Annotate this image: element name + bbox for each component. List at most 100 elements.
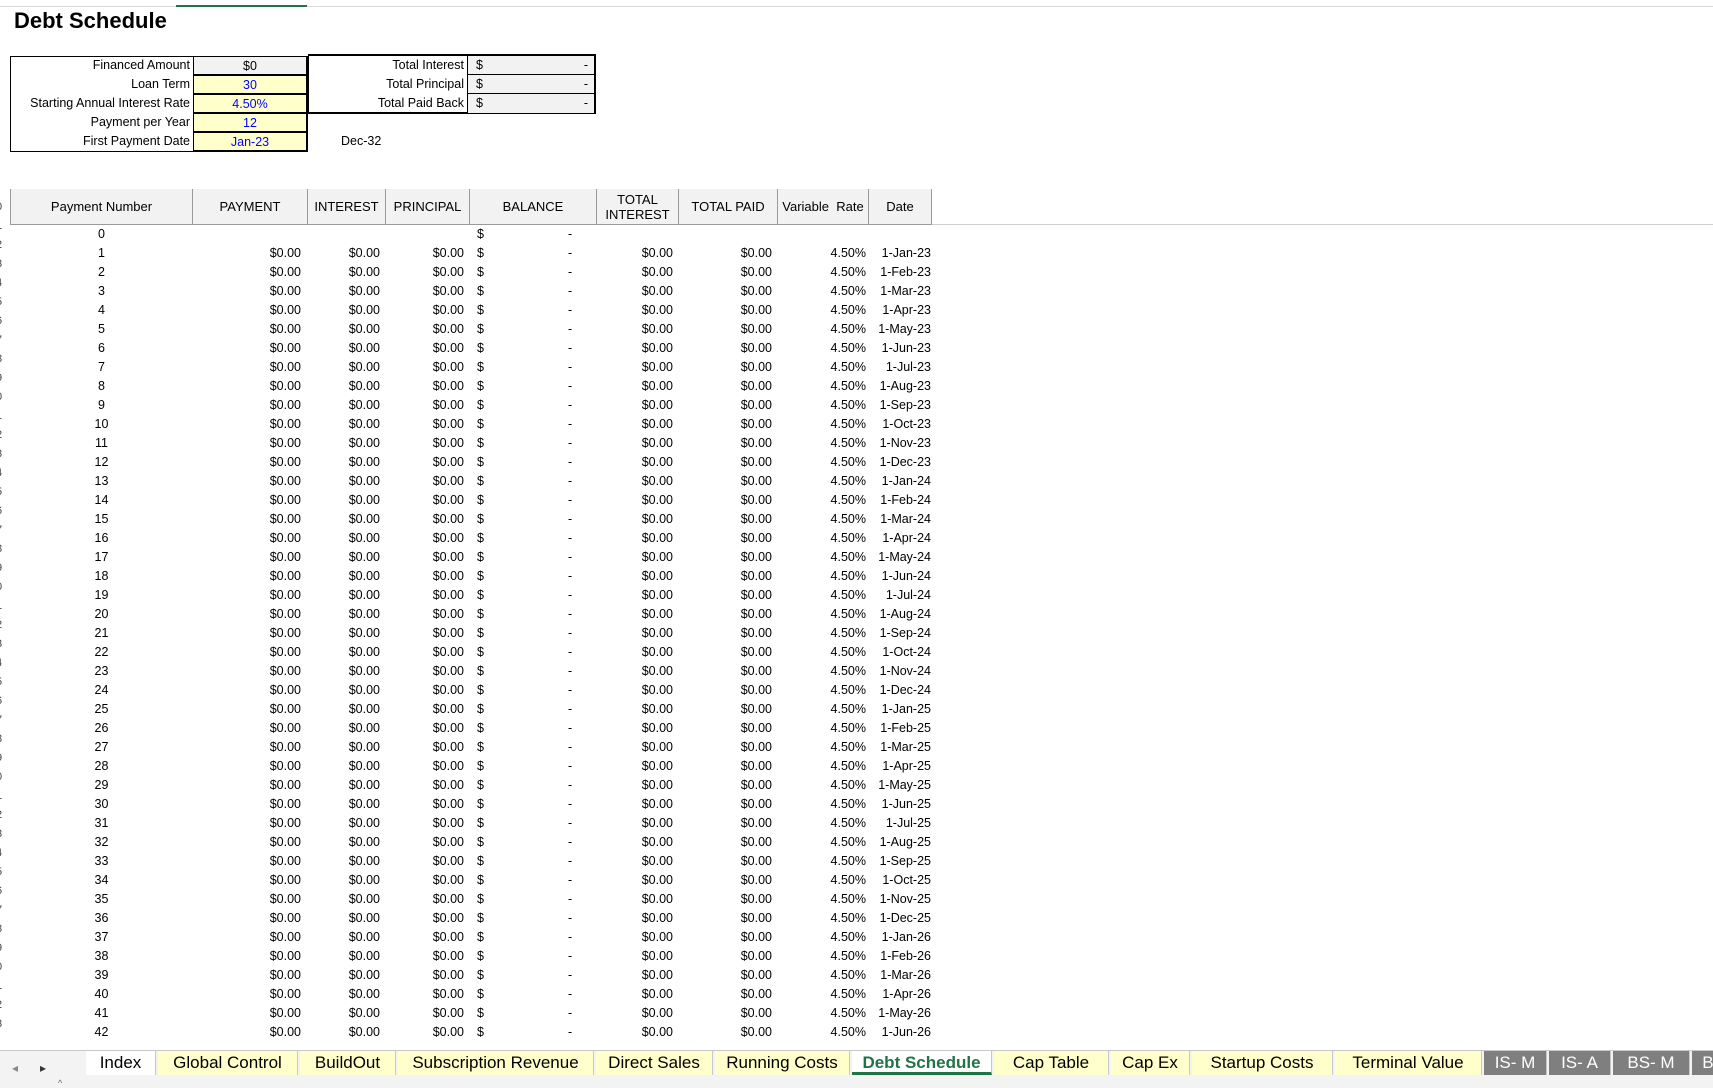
table-row[interactable]: 42 $ - $0.00 $0.00 $0.00 $0.00 $0.00 4.50% 1-Jun-…	[0, 1023, 940, 1042]
table-row[interactable]: 35 $ - $0.00 $0.00 $0.00 $0.00 $0.00 4.50% 1-Nov-…	[0, 890, 940, 909]
col-header-total-paid[interactable]: TOTAL PAID	[679, 189, 778, 224]
table-row[interactable]: 11 $ - $0.00 $0.00 $0.00 $0.00 $0.00 4.50% 1-Nov-…	[0, 434, 940, 453]
table-row[interactable]: 36 $ - $0.00 $0.00 $0.00 $0.00 $0.00 4.50% 1-Dec-…	[0, 909, 940, 928]
payment-cell: $0.00	[269, 341, 301, 355]
next-sheet-icon[interactable]: ▸	[40, 1061, 46, 1075]
table-row[interactable]: 39 $ - $0.00 $0.00 $0.00 $0.00 $0.00 4.50% 1-Mar-…	[0, 966, 940, 985]
tab-cap-ex[interactable]: Cap Ex	[1111, 1051, 1190, 1075]
payment-cell: $0.00	[269, 436, 301, 450]
interest-cell: $0.00	[348, 284, 380, 298]
date-cell: 1-Mar-26	[880, 968, 931, 982]
table-row[interactable]: 26 $ - $0.00 $0.00 $0.00 $0.00 $0.00 4.50% 1-Feb-…	[0, 719, 940, 738]
interest-cell: $0.00	[348, 360, 380, 374]
date-cell: 1-Jul-24	[885, 588, 931, 602]
payment-number-cell: 38	[94, 949, 109, 963]
tab-terminal-value[interactable]: Terminal Value	[1335, 1051, 1482, 1075]
table-row[interactable]: 27 $ - $0.00 $0.00 $0.00 $0.00 $0.00 4.50% 1-Mar-…	[0, 738, 940, 757]
interest-cell: $0.00	[348, 417, 380, 431]
total-paid-back-label: Total Paid Back	[310, 94, 468, 113]
table-row[interactable]: 14 $ - $0.00 $0.00 $0.00 $0.00 $0.00 4.50% 1-Feb-…	[0, 491, 940, 510]
table-row[interactable]: 22 $ - $0.00 $0.00 $0.00 $0.00 $0.00 4.50% 1-Oct-…	[0, 643, 940, 662]
table-row[interactable]: 6 $ - $0.00 $0.00 $0.00 $0.00 $0.00 4.50% 1-Jun-2…	[0, 339, 940, 358]
table-row[interactable]: 33 $ - $0.00 $0.00 $0.00 $0.00 $0.00 4.50% 1-Sep-…	[0, 852, 940, 871]
first-payment-date-input[interactable]: Jan-23	[193, 132, 307, 151]
table-row[interactable]: 9 $ - $0.00 $0.00 $0.00 $0.00 $0.00 4.50% 1-Sep-2…	[0, 396, 940, 415]
tab-direct-sales[interactable]: Direct Sales	[596, 1051, 713, 1075]
table-row[interactable]: 7 $ - $0.00 $0.00 $0.00 $0.00 $0.00 4.50% 1-Jul-2…	[0, 358, 940, 377]
payment-number-cell: 18	[94, 569, 109, 583]
table-row[interactable]: 38 $ - $0.00 $0.00 $0.00 $0.00 $0.00 4.50% 1-Feb-…	[0, 947, 940, 966]
col-header-variable-rate[interactable]: Variable Rate	[778, 189, 869, 224]
loan-term-input[interactable]: 30	[193, 75, 307, 94]
table-row[interactable]: 0 $ -	[0, 225, 940, 244]
table-row[interactable]: 17 $ - $0.00 $0.00 $0.00 $0.00 $0.00 4.50% 1-May-…	[0, 548, 940, 567]
payment-cell: $0.00	[269, 569, 301, 583]
total-interest-cell: $0.00	[641, 303, 673, 317]
table-row[interactable]: 32 $ - $0.00 $0.00 $0.00 $0.00 $0.00 4.50% 1-Aug-…	[0, 833, 940, 852]
table-row[interactable]: 29 $ - $0.00 $0.00 $0.00 $0.00 $0.00 4.50% 1-May-…	[0, 776, 940, 795]
table-row[interactable]: 1 $ - $0.00 $0.00 $0.00 $0.00 $0.00 4.50% 1-Jan-2…	[0, 244, 940, 263]
table-row[interactable]: 24 $ - $0.00 $0.00 $0.00 $0.00 $0.00 4.50% 1-Dec-…	[0, 681, 940, 700]
tab-global-control[interactable]: Global Control	[158, 1051, 298, 1075]
table-row[interactable]: 23 $ - $0.00 $0.00 $0.00 $0.00 $0.00 4.50% 1-Nov-…	[0, 662, 940, 681]
date-cell: 1-Sep-24	[879, 626, 931, 640]
total-paid-cell: $0.00	[740, 835, 772, 849]
col-header-balance[interactable]: BALANCE	[470, 189, 597, 224]
tab-running-costs[interactable]: Running Costs	[715, 1051, 850, 1075]
table-row[interactable]: 40 $ - $0.00 $0.00 $0.00 $0.00 $0.00 4.50% 1-Apr-…	[0, 985, 940, 1004]
tab-debt-schedule[interactable]: Debt Schedule	[852, 1051, 992, 1075]
interest-rate-input[interactable]: 4.50%	[193, 94, 307, 113]
col-header-total-interest[interactable]: TOTAL INTEREST	[597, 189, 679, 224]
payments-per-year-input[interactable]: 12	[193, 113, 307, 132]
table-row[interactable]: 8 $ - $0.00 $0.00 $0.00 $0.00 $0.00 4.50% 1-Aug-2…	[0, 377, 940, 396]
table-row[interactable]: 15 $ - $0.00 $0.00 $0.00 $0.00 $0.00 4.50% 1-Mar-…	[0, 510, 940, 529]
total-interest-value[interactable]: $ -	[468, 56, 594, 75]
table-row[interactable]: 18 $ - $0.00 $0.00 $0.00 $0.00 $0.00 4.50% 1-Jun-…	[0, 567, 940, 586]
rate-cell: 4.50%	[830, 379, 866, 393]
payment-cell: $0.00	[269, 664, 301, 678]
table-row[interactable]: 25 $ - $0.00 $0.00 $0.00 $0.00 $0.00 4.50% 1-Jan-…	[0, 700, 940, 719]
rate-cell: 4.50%	[830, 607, 866, 621]
tab-bs-m[interactable]: BS- M	[1613, 1051, 1690, 1075]
financed-amount-cell[interactable]: $0	[193, 56, 307, 75]
table-row[interactable]: 31 $ - $0.00 $0.00 $0.00 $0.00 $0.00 4.50% 1-Jul-…	[0, 814, 940, 833]
table-row[interactable]: 13 $ - $0.00 $0.00 $0.00 $0.00 $0.00 4.50% 1-Jan-…	[0, 472, 940, 491]
table-row[interactable]: 28 $ - $0.00 $0.00 $0.00 $0.00 $0.00 4.50% 1-Apr-…	[0, 757, 940, 776]
tab-buildout[interactable]: BuildOut	[300, 1051, 396, 1075]
col-header-principal[interactable]: PRINCIPAL	[386, 189, 470, 224]
table-row[interactable]: 21 $ - $0.00 $0.00 $0.00 $0.00 $0.00 4.50% 1-Sep-…	[0, 624, 940, 643]
balance-dash: -	[568, 531, 573, 545]
table-row[interactable]: 3 $ - $0.00 $0.00 $0.00 $0.00 $0.00 4.50% 1-Mar-2…	[0, 282, 940, 301]
table-row[interactable]: 41 $ - $0.00 $0.00 $0.00 $0.00 $0.00 4.50% 1-May-…	[0, 1004, 940, 1023]
balance-dash: -	[568, 797, 573, 811]
row-number[interactable]: 0	[0, 201, 6, 213]
col-header-date[interactable]: Date	[869, 189, 932, 224]
tab-index[interactable]: Index	[86, 1051, 156, 1075]
payment-cell: $0.00	[269, 740, 301, 754]
table-row[interactable]: 4 $ - $0.00 $0.00 $0.00 $0.00 $0.00 4.50% 1-Apr-2…	[0, 301, 940, 320]
table-row[interactable]: 30 $ - $0.00 $0.00 $0.00 $0.00 $0.00 4.50% 1-Jun-…	[0, 795, 940, 814]
table-row[interactable]: 20 $ - $0.00 $0.00 $0.00 $0.00 $0.00 4.50% 1-Aug-…	[0, 605, 940, 624]
tab-startup-costs[interactable]: Startup Costs	[1192, 1051, 1333, 1075]
col-header-payment-number[interactable]: Payment Number	[10, 189, 193, 224]
table-row[interactable]: 37 $ - $0.00 $0.00 $0.00 $0.00 $0.00 4.50% 1-Jan-…	[0, 928, 940, 947]
col-header-interest[interactable]: INTEREST	[308, 189, 386, 224]
tab-is-a[interactable]: IS- A	[1549, 1051, 1611, 1075]
prev-sheet-icon[interactable]: ◂	[12, 1061, 18, 1075]
tab-cap-table[interactable]: Cap Table	[994, 1051, 1109, 1075]
tab-is-m[interactable]: IS- M	[1484, 1051, 1547, 1075]
tab-bs-a[interactable]: BS- A	[1692, 1051, 1713, 1075]
total-principal-value[interactable]: $ -	[468, 75, 594, 94]
spreadsheet-grid[interactable]: Debt Schedule Financed Amount $0 Loan Te…	[0, 0, 1713, 1050]
tab-subscription-revenue[interactable]: Subscription Revenue	[398, 1051, 594, 1075]
col-header-payment[interactable]: PAYMENT	[193, 189, 308, 224]
table-row[interactable]: 34 $ - $0.00 $0.00 $0.00 $0.00 $0.00 4.50% 1-Oct-…	[0, 871, 940, 890]
table-row[interactable]: 12 $ - $0.00 $0.00 $0.00 $0.00 $0.00 4.50% 1-Dec-…	[0, 453, 940, 472]
table-row[interactable]: 5 $ - $0.00 $0.00 $0.00 $0.00 $0.00 4.50% 1-May-2…	[0, 320, 940, 339]
table-row[interactable]: 19 $ - $0.00 $0.00 $0.00 $0.00 $0.00 4.50% 1-Jul-…	[0, 586, 940, 605]
date-cell: 1-Aug-25	[879, 835, 931, 849]
table-row[interactable]: 10 $ - $0.00 $0.00 $0.00 $0.00 $0.00 4.50% 1-Oct-…	[0, 415, 940, 434]
total-paid-back-value[interactable]: $ -	[468, 94, 594, 113]
table-row[interactable]: 2 $ - $0.00 $0.00 $0.00 $0.00 $0.00 4.50% 1-Feb-2…	[0, 263, 940, 282]
table-row[interactable]: 16 $ - $0.00 $0.00 $0.00 $0.00 $0.00 4.50% 1-Apr-…	[0, 529, 940, 548]
